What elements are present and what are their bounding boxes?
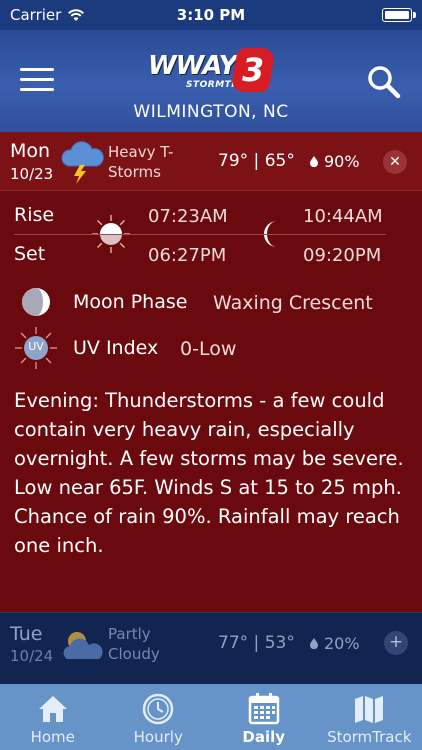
tab-home[interactable]: Home xyxy=(0,684,106,750)
uv-index-label: UV Index xyxy=(73,337,159,359)
moon-phase-icon xyxy=(22,288,50,316)
menu-button[interactable] xyxy=(20,68,54,94)
rise-label: Rise xyxy=(14,204,55,226)
wifi-icon xyxy=(68,9,85,21)
carrier-group: Carrier xyxy=(10,6,85,24)
uv-index-value: 0-Low xyxy=(180,338,237,360)
uv-icon-text: UV xyxy=(28,340,44,353)
tab-label: Daily xyxy=(242,728,286,746)
high-temp: 77° xyxy=(218,633,249,653)
condition-line: Storms xyxy=(108,163,161,181)
day-summary-row[interactable]: Mon 10/23 Heavy T- Storms 79° | 65° 90% … xyxy=(0,132,422,191)
tab-bar: Home Hourly Daily StormTrack xyxy=(0,684,422,750)
low-temp: 65° xyxy=(264,151,295,171)
thunderstorm-icon xyxy=(61,141,104,184)
temperature-range: 79° | 65° xyxy=(218,151,295,171)
uv-icon: UV xyxy=(14,326,58,370)
search-icon xyxy=(368,66,401,99)
logo-badge: 3 xyxy=(230,48,276,92)
precip-value: 90% xyxy=(324,152,360,171)
condition-line: Cloudy xyxy=(108,645,160,663)
collapse-button[interactable]: ✕ xyxy=(383,150,407,174)
precip-value: 20% xyxy=(324,634,360,653)
set-label: Set xyxy=(14,243,46,265)
day-name: Tue xyxy=(10,623,43,645)
status-bar: Carrier 3:10 PM xyxy=(0,0,422,30)
tab-label: Home xyxy=(30,728,75,746)
sunrise-time: 07:23AM xyxy=(148,206,228,227)
station-logo: WWAY STORMTRACK 3 xyxy=(148,48,276,98)
day-date: 10/23 xyxy=(10,165,54,183)
menu-icon-line xyxy=(20,78,54,81)
search-button[interactable] xyxy=(366,64,402,100)
temperature-range: 77° | 53° xyxy=(218,633,295,653)
battery-icon xyxy=(382,8,416,22)
day-date: 10/24 xyxy=(10,647,54,665)
expand-button[interactable]: + xyxy=(384,631,408,655)
temp-separator: | xyxy=(253,151,260,171)
forecast-description: Evening: Thunderstorms - a few could con… xyxy=(14,389,404,557)
high-temp: 79° xyxy=(218,151,249,171)
temp-separator: | xyxy=(253,633,260,653)
condition-line: Partly xyxy=(108,625,151,643)
carrier-label: Carrier xyxy=(10,6,62,24)
app-header: WWAY STORMTRACK 3 WILMINGTON, NC xyxy=(0,30,422,132)
moon-phase-label: Moon Phase xyxy=(73,291,188,313)
low-temp: 53° xyxy=(264,633,295,653)
tab-hourly[interactable]: Hourly xyxy=(106,684,212,750)
condition-text: Partly Cloudy xyxy=(108,624,198,664)
menu-icon-line xyxy=(20,88,54,91)
moonset-time: 09:20PM xyxy=(303,245,382,266)
moon-phase-value: Waxing Crescent xyxy=(213,292,373,314)
raindrop-icon xyxy=(310,156,318,167)
precip-chance: 90% xyxy=(310,152,360,171)
sun-moon-divider xyxy=(14,234,386,235)
partly-cloudy-icon xyxy=(63,632,103,659)
day-detail-panel: Mon 10/23 Heavy T- Storms 79° | 65° 90% … xyxy=(0,132,422,612)
calendar-icon xyxy=(248,693,279,725)
moonrise-time: 10:44AM xyxy=(303,206,383,227)
tab-daily[interactable]: Daily xyxy=(211,684,317,750)
location-label: WILMINGTON, NC xyxy=(133,102,289,122)
tab-label: Hourly xyxy=(133,728,183,746)
home-icon xyxy=(38,696,67,722)
precip-chance: 20% xyxy=(310,634,360,653)
sunset-time: 06:27PM xyxy=(148,245,227,266)
raindrop-icon xyxy=(310,638,318,649)
day-name: Mon xyxy=(10,140,51,162)
condition-text: Heavy T- Storms xyxy=(108,142,198,182)
day-summary-row-next[interactable]: Tue 10/24 Partly Cloudy 77° | 53° 20% + xyxy=(0,612,422,685)
clock-icon xyxy=(143,693,174,725)
menu-icon-line xyxy=(20,68,54,71)
tab-stormtrack[interactable]: StormTrack xyxy=(317,684,422,750)
condition-line: Heavy T- xyxy=(108,143,174,161)
map-icon xyxy=(355,696,384,723)
tab-label: StormTrack xyxy=(327,728,412,746)
logo-text: WWAY xyxy=(148,51,237,81)
